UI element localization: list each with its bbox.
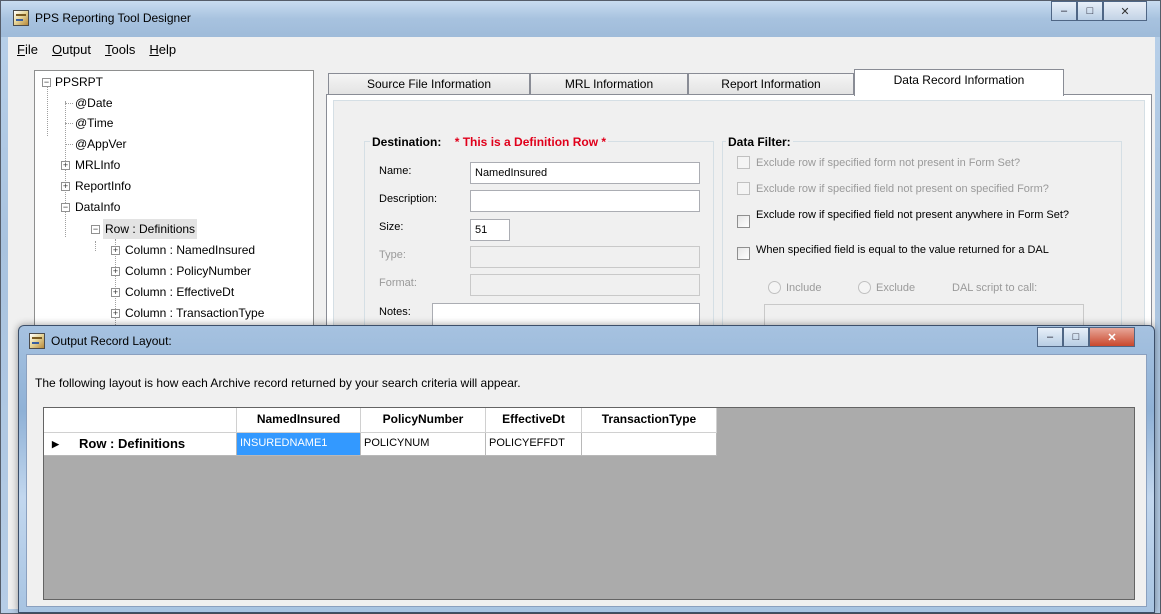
row-pointer-icon: ▶: [52, 439, 59, 449]
column-header-effectivedt[interactable]: EffectiveDt: [486, 408, 582, 433]
expand-icon[interactable]: +: [111, 246, 120, 255]
dialog-title: Output Record Layout:: [51, 334, 172, 348]
tab-report-information[interactable]: Report Information: [688, 73, 854, 95]
menu-file[interactable]: File: [10, 42, 45, 57]
app-icon: [13, 10, 29, 26]
collapse-icon[interactable]: −: [42, 78, 51, 87]
exclude-field-missing-form-label: Exclude row if specified field not prese…: [756, 183, 1049, 195]
collapse-icon[interactable]: −: [91, 225, 100, 234]
notes-label: Notes:: [379, 306, 411, 318]
window-title: PPS Reporting Tool Designer: [35, 11, 191, 25]
exclude-field-missing-anywhere-label: Exclude row if specified field not prese…: [756, 209, 1070, 221]
column-header-transactiontype[interactable]: TransactionType: [582, 408, 717, 433]
dialog-app-icon: [29, 333, 45, 349]
exclude-form-missing-checkbox: [737, 156, 750, 169]
expand-icon[interactable]: +: [61, 182, 70, 191]
dialog-minimize-icon[interactable]: –: [1037, 327, 1063, 347]
tree-view[interactable]: − PPSRPT @Date @Time @AppVer + MRLInfo +: [34, 70, 314, 335]
record-layout-grid[interactable]: NamedInsured PolicyNumber EffectiveDt Tr…: [43, 407, 1135, 600]
menu-output[interactable]: Output: [45, 42, 98, 57]
expand-icon[interactable]: +: [111, 309, 120, 318]
menu-help[interactable]: Help: [142, 42, 183, 57]
main-titlebar[interactable]: PPS Reporting Tool Designer – □ ✕: [1, 1, 1160, 37]
destination-title: Destination: * This is a Definition Row …: [370, 135, 609, 149]
output-record-layout-dialog: Output Record Layout: – □ ✕ The followin…: [18, 325, 1155, 613]
dialog-intro-text: The following layout is how each Archive…: [35, 376, 521, 390]
maximize-icon[interactable]: □: [1077, 1, 1103, 21]
cell-namedinsured[interactable]: INSUREDNAME1: [237, 433, 361, 456]
expand-icon[interactable]: +: [111, 267, 120, 276]
cell-effectivedt[interactable]: POLICYEFFDT: [486, 433, 582, 456]
size-field[interactable]: 51: [470, 219, 510, 241]
minimize-icon[interactable]: –: [1051, 1, 1077, 21]
dal-value-label: When specified field is equal to the val…: [756, 244, 1049, 256]
include-label: Include: [786, 282, 822, 294]
dialog-caption-buttons: – □ ✕: [1037, 327, 1149, 347]
tab-source-file-information[interactable]: Source File Information: [328, 73, 530, 95]
exclude-field-missing-form-checkbox: [737, 182, 750, 195]
exclude-radio: [858, 281, 871, 294]
column-header-namedinsured[interactable]: NamedInsured: [237, 408, 361, 433]
format-label: Format:: [379, 277, 417, 289]
tab-page-data-record: Destination: * This is a Definition Row …: [326, 94, 1152, 354]
cell-transactiontype[interactable]: [582, 433, 717, 456]
tab-data-record-information[interactable]: Data Record Information: [854, 69, 1064, 96]
description-label: Description:: [379, 193, 438, 205]
column-header-policynumber[interactable]: PolicyNumber: [361, 408, 486, 433]
menu-tools[interactable]: Tools: [98, 42, 142, 57]
definition-row-note: * This is a Definition Row *: [454, 135, 607, 149]
type-field: [470, 246, 700, 268]
grid-corner-header: [44, 408, 237, 433]
include-radio: [768, 281, 781, 294]
dialog-maximize-icon[interactable]: □: [1063, 327, 1089, 347]
exclude-label: Exclude: [876, 282, 916, 294]
exclude-field-missing-anywhere-checkbox[interactable]: [737, 215, 750, 228]
tab-mrl-information[interactable]: MRL Information: [530, 73, 688, 95]
dal-script-label: DAL script to call:: [952, 282, 1038, 294]
caption-buttons: – □ ✕: [1051, 1, 1157, 21]
cell-policynumber[interactable]: POLICYNUM: [361, 433, 486, 456]
tab-content: Destination: * This is a Definition Row …: [333, 100, 1145, 351]
format-field: [470, 274, 700, 296]
expand-icon[interactable]: +: [111, 288, 120, 297]
type-label: Type:: [379, 249, 406, 261]
menubar: File Output Tools Help: [8, 37, 1155, 61]
description-field[interactable]: [470, 190, 700, 212]
dal-value-checkbox[interactable]: [737, 247, 750, 260]
row-header[interactable]: ▶ Row : Definitions: [44, 433, 237, 456]
exclude-form-missing-label: Exclude row if specified form not presen…: [756, 157, 1021, 169]
dialog-close-icon[interactable]: ✕: [1089, 327, 1135, 347]
close-icon[interactable]: ✕: [1103, 1, 1147, 21]
collapse-icon[interactable]: −: [61, 203, 70, 212]
dialog-client-area: The following layout is how each Archive…: [26, 354, 1147, 607]
size-label: Size:: [379, 221, 404, 233]
expand-icon[interactable]: +: [61, 161, 70, 170]
name-label: Name:: [379, 165, 412, 177]
data-filter-title: Data Filter:: [726, 135, 793, 149]
name-field[interactable]: NamedInsured: [470, 162, 700, 184]
